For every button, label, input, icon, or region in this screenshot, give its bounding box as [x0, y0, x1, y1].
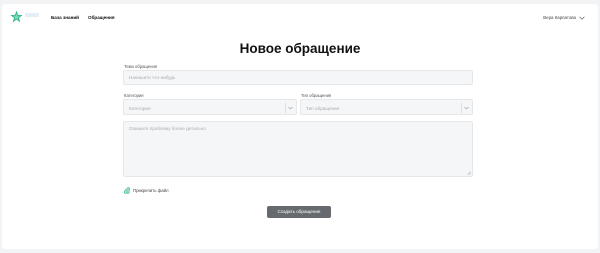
chevron-down-icon: [579, 16, 585, 20]
resize-handle-icon[interactable]: [467, 171, 471, 175]
select-divider: [285, 103, 286, 113]
description-textarea[interactable]: [123, 121, 473, 177]
star-logo-icon[interactable]: [10, 10, 23, 23]
app-window: База знаний Обращения Вера Карпатова Нов…: [2, 4, 598, 249]
subject-label: Тема обращения: [124, 64, 158, 69]
nav-item-requests[interactable]: Обращения: [88, 15, 114, 20]
user-name: Вера Карпатова: [543, 15, 576, 20]
main-nav: База знаний Обращения: [51, 15, 115, 20]
chevron-down-icon: [464, 106, 469, 110]
category-select[interactable]: Категория: [123, 99, 297, 115]
type-placeholder: Тип обращения: [306, 106, 340, 111]
chevron-down-icon: [288, 106, 293, 110]
user-menu[interactable]: Вера Карпатова: [543, 15, 585, 20]
top-header: База знаний Обращения Вера Карпатова: [2, 4, 598, 28]
category-label: Категория: [124, 93, 144, 98]
nav-item-knowledge-base[interactable]: База знаний: [51, 15, 79, 20]
paperclip-icon: [124, 187, 130, 194]
logo-wordmark: [25, 13, 39, 17]
create-request-button[interactable]: Создать обращение: [267, 206, 331, 218]
select-divider: [461, 103, 462, 113]
attach-file-link[interactable]: Прикрепить файл: [124, 187, 169, 194]
category-placeholder: Категория: [129, 106, 151, 111]
type-label: Тип обращения: [301, 93, 332, 98]
subject-input[interactable]: [123, 70, 473, 85]
type-select[interactable]: Тип обращения: [300, 99, 473, 115]
page-title: Новое обращение: [239, 41, 361, 56]
attach-file-label: Прикрепить файл: [133, 188, 169, 193]
